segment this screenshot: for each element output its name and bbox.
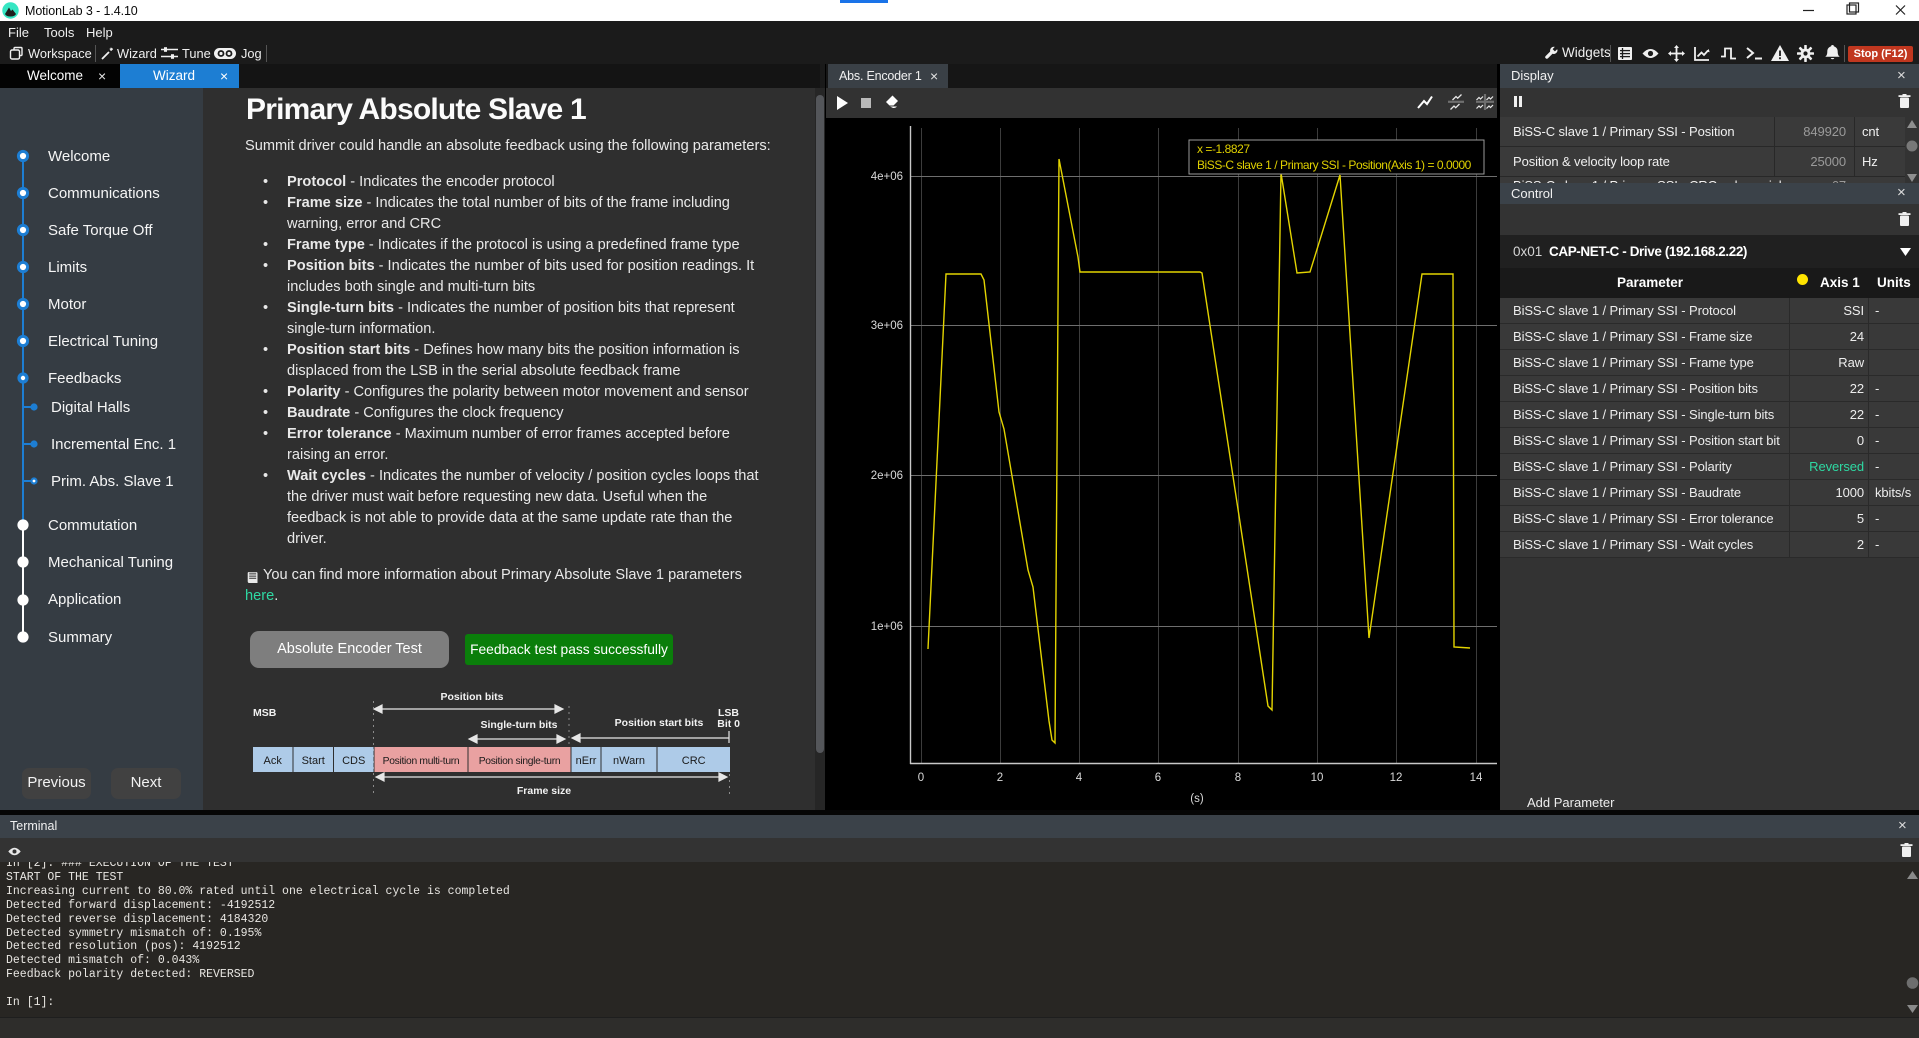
svg-text:BiSS-C slave 1 / Primary SSI -: BiSS-C slave 1 / Primary SSI - Position(… [1197, 158, 1472, 172]
svg-text:(s): (s) [1190, 793, 1204, 805]
svg-text:Frame size: Frame size [517, 785, 571, 797]
svg-text:nErr: nErr [576, 755, 597, 767]
svg-text:2: 2 [997, 772, 1003, 784]
svg-text:x =-1.8827: x =-1.8827 [1197, 142, 1250, 156]
svg-text:8: 8 [1235, 772, 1241, 784]
svg-text:Position single-turn: Position single-turn [479, 756, 561, 767]
svg-text:14: 14 [1470, 772, 1483, 784]
svg-text:6: 6 [1155, 772, 1161, 784]
svg-text:Start: Start [302, 755, 325, 767]
svg-text:Bit 0: Bit 0 [717, 718, 740, 730]
svg-text:Position bits: Position bits [441, 691, 504, 703]
svg-text:Single-turn bits: Single-turn bits [481, 719, 558, 731]
svg-text:12: 12 [1390, 772, 1403, 784]
svg-text:CRC: CRC [682, 755, 706, 767]
svg-text:3e+06: 3e+06 [871, 320, 903, 332]
svg-text:0: 0 [918, 772, 924, 784]
svg-text:2e+06: 2e+06 [871, 470, 903, 482]
svg-text:MSB: MSB [253, 707, 277, 719]
svg-text:4e+06: 4e+06 [871, 171, 903, 183]
svg-text:Ack: Ack [264, 755, 283, 767]
svg-text:Position multi-turn: Position multi-turn [383, 756, 460, 767]
svg-text:nWarn: nWarn [613, 755, 645, 767]
svg-text:Position start bits: Position start bits [615, 717, 704, 729]
svg-text:4: 4 [1076, 772, 1083, 784]
svg-text:CDS: CDS [342, 755, 365, 767]
svg-text:1e+06: 1e+06 [871, 621, 903, 633]
svg-text:10: 10 [1311, 772, 1324, 784]
